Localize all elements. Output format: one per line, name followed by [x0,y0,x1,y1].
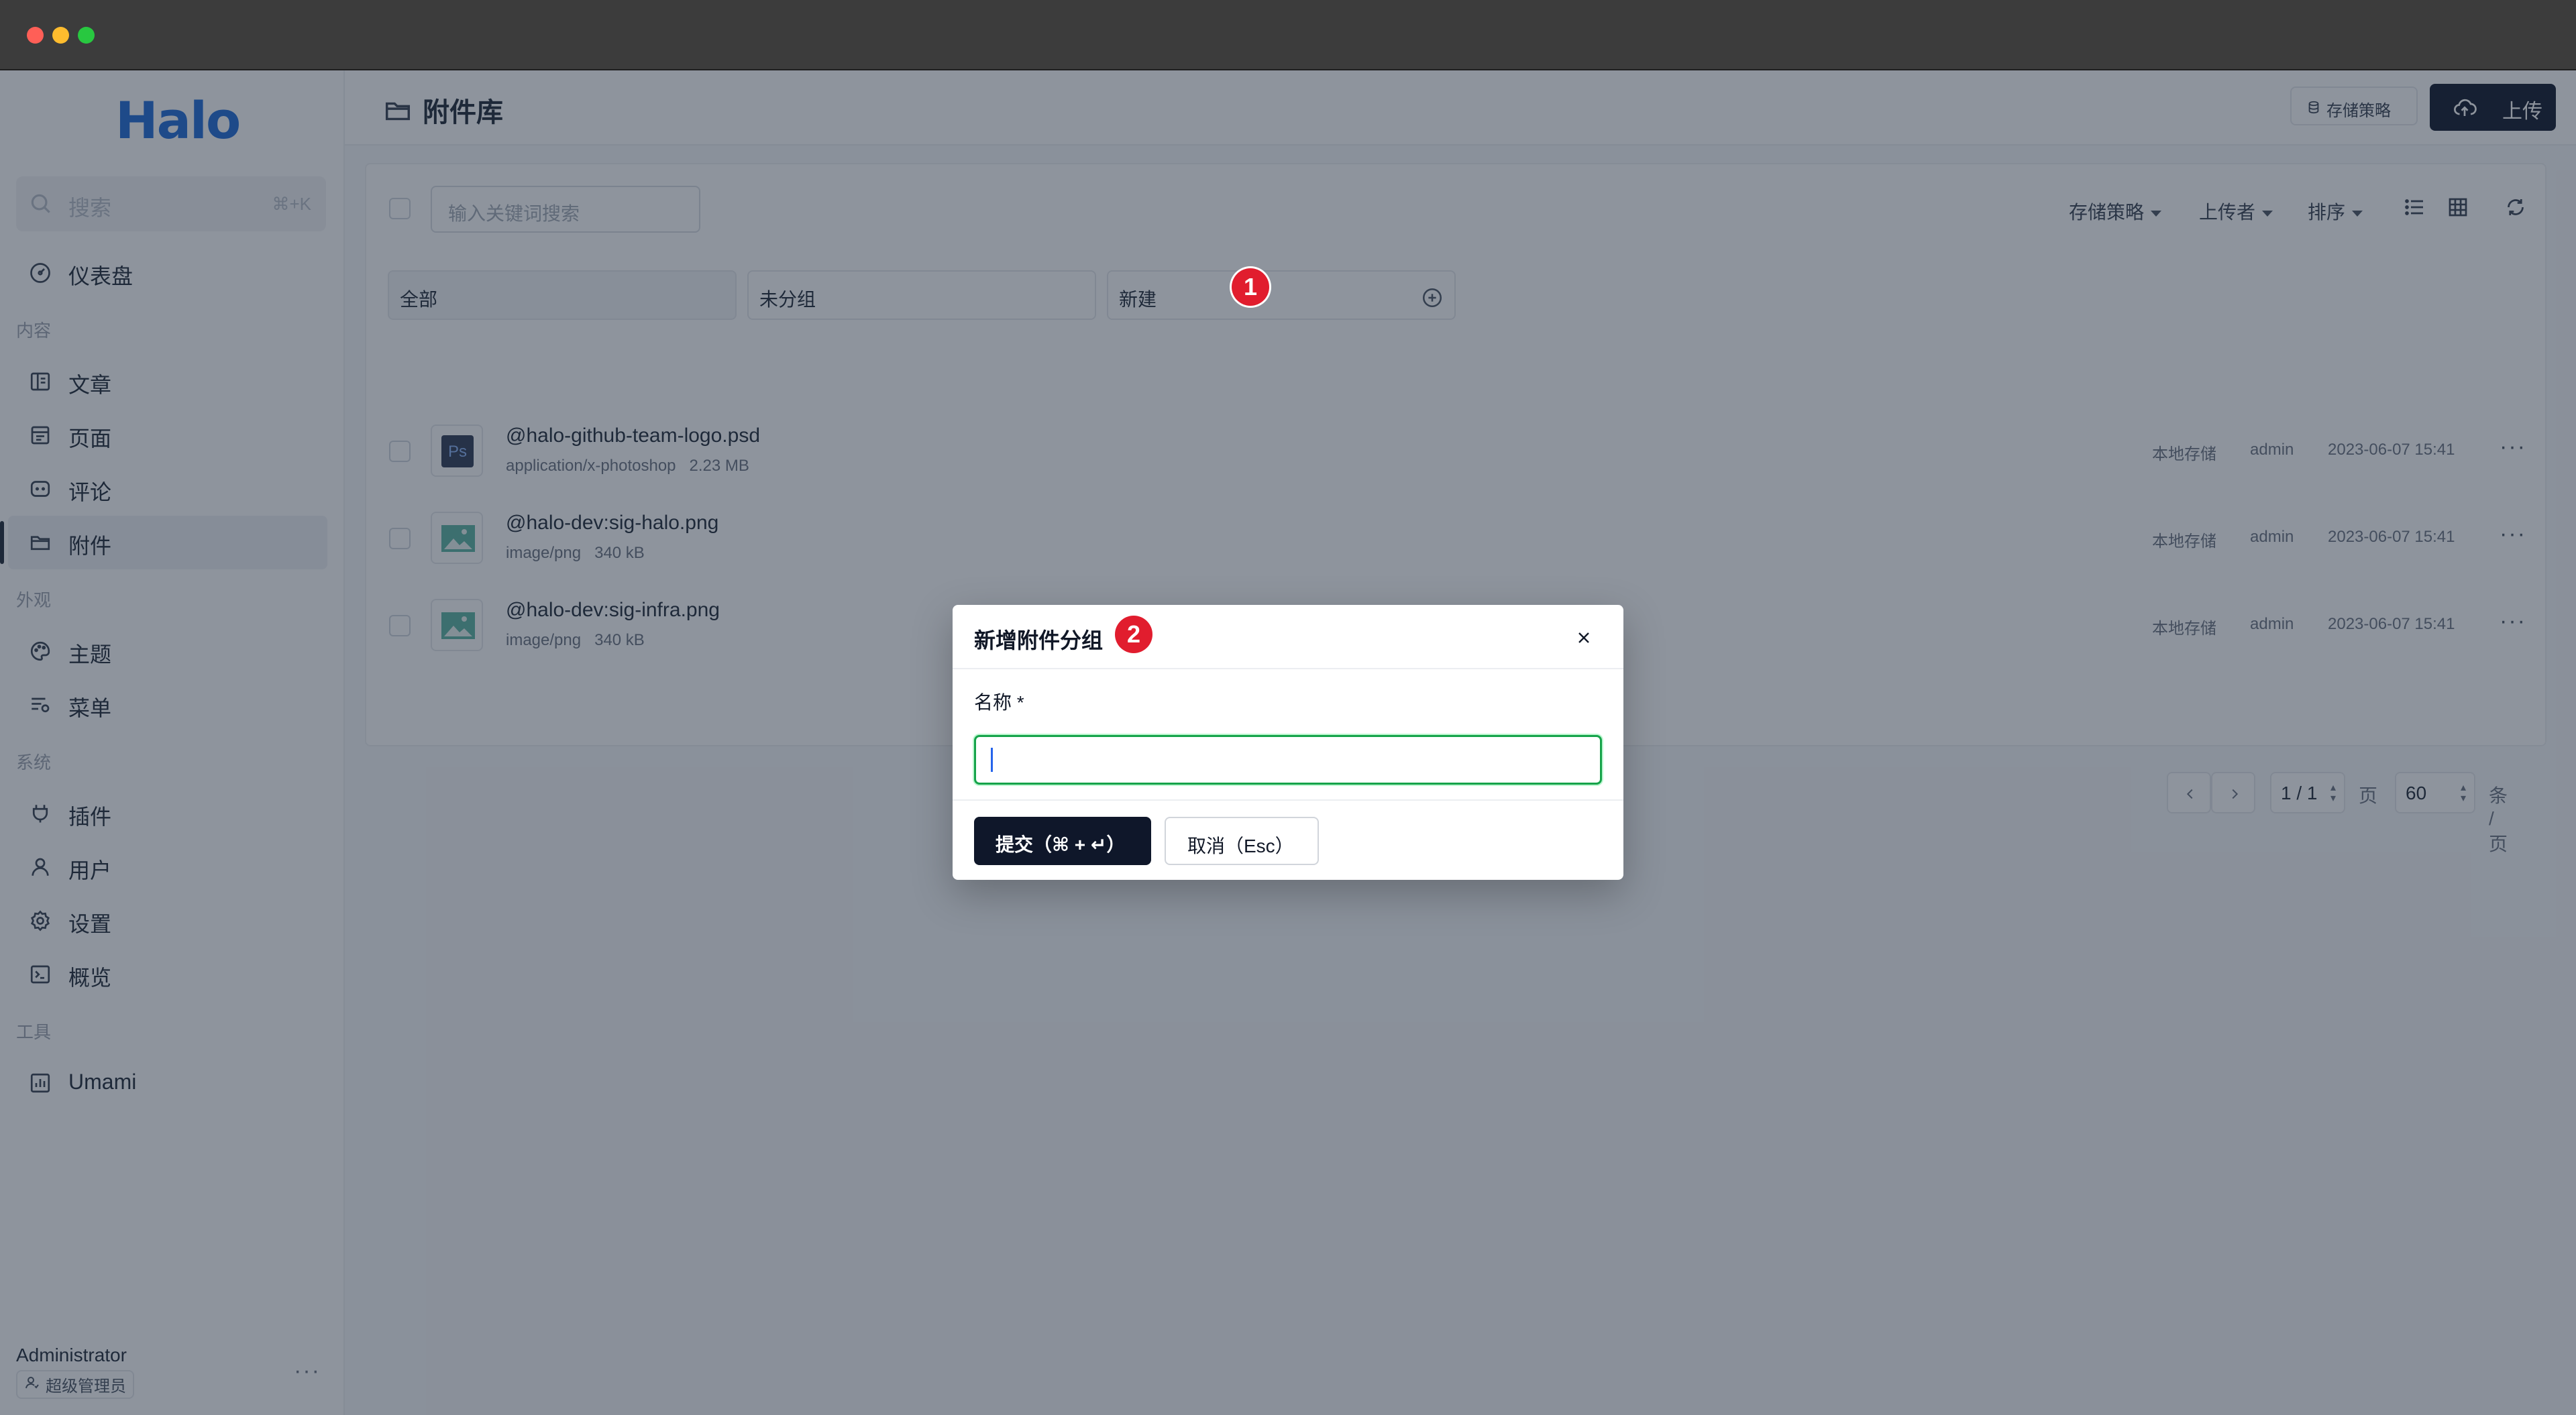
submit-button[interactable]: 提交（⌘ + ↵） [974,817,1151,865]
close-icon [1578,632,1589,643]
zoom-window-button[interactable] [78,27,95,44]
close-window-button[interactable] [27,27,44,44]
dialog-header: 新增附件分组 2 [953,605,1623,669]
annotation-badge-2: 2 [1115,616,1152,653]
cancel-label: 取消（Esc） [1187,836,1294,856]
text-caret [991,748,993,772]
name-field-label: 名称 * [974,692,1024,713]
minimize-window-button[interactable] [52,27,69,44]
cancel-button[interactable]: 取消（Esc） [1165,817,1319,865]
close-dialog-button[interactable] [1567,621,1601,655]
new-group-dialog: 新增附件分组 2 名称 * 提交（⌘ + ↵） 取消（Esc） [953,605,1623,880]
app-window: Halo 搜索 ⌘+K 仪表盘 内容 文章 页面 [0,0,2576,1415]
submit-label: 提交（⌘ + ↵） [996,834,1126,855]
dialog-title: 新增附件分组 [974,628,1104,653]
annotation-badge-1: 1 [1232,268,1269,306]
dialog-footer: 提交（⌘ + ↵） 取消（Esc） [953,799,1623,880]
group-name-input[interactable] [974,735,1602,785]
window-titlebar [0,0,2576,70]
